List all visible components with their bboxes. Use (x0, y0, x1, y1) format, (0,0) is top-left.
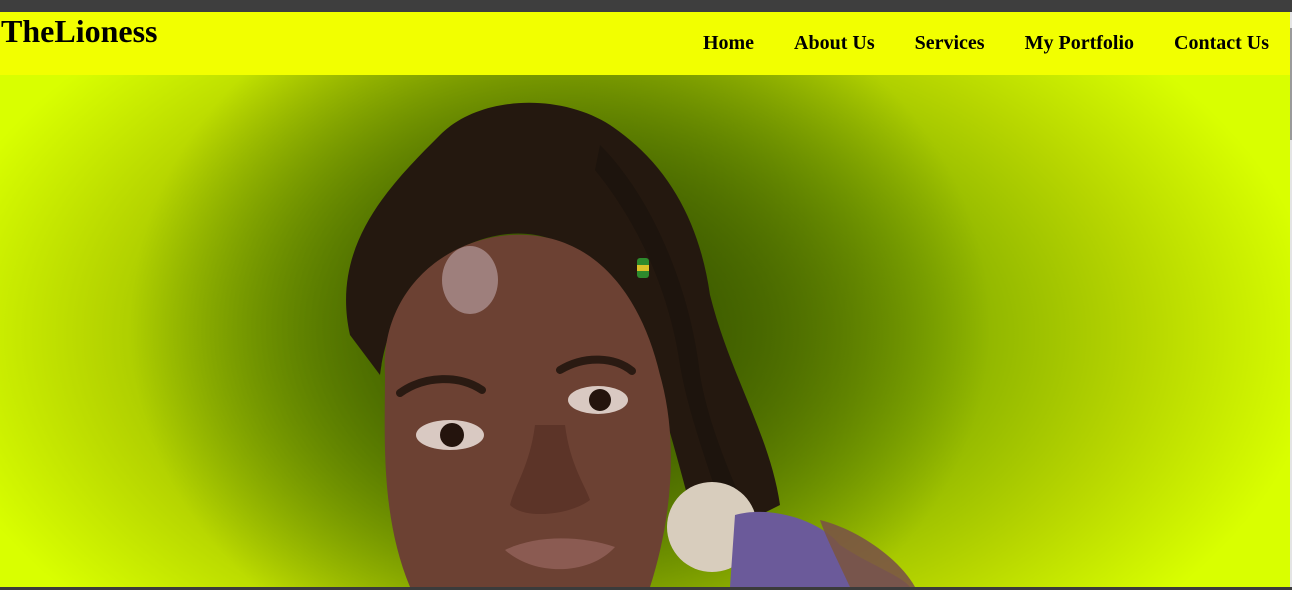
site-brand[interactable]: TheLioness (1, 12, 157, 50)
hero-portrait (346, 102, 915, 587)
browser-top-strip (0, 0, 1292, 12)
portrait-hair-bead-stripe (637, 265, 649, 271)
site-header: TheLioness Home About Us Services My Por… (0, 12, 1290, 75)
nav-home-link[interactable]: Home (703, 32, 754, 55)
hero-section (0, 75, 1290, 587)
portrait-right-iris (589, 389, 611, 411)
web-page: TheLioness Home About Us Services My Por… (0, 12, 1290, 587)
nav-contact-us-link[interactable]: Contact Us (1174, 32, 1269, 55)
main-navigation: Home About Us Services My Portfolio Cont… (703, 32, 1269, 55)
nav-my-portfolio-link[interactable]: My Portfolio (1025, 32, 1134, 55)
portrait-left-iris (440, 423, 464, 447)
nav-about-us-link[interactable]: About Us (794, 32, 875, 55)
nav-services-link[interactable]: Services (915, 32, 985, 55)
portrait-forehead-highlight (442, 246, 498, 314)
